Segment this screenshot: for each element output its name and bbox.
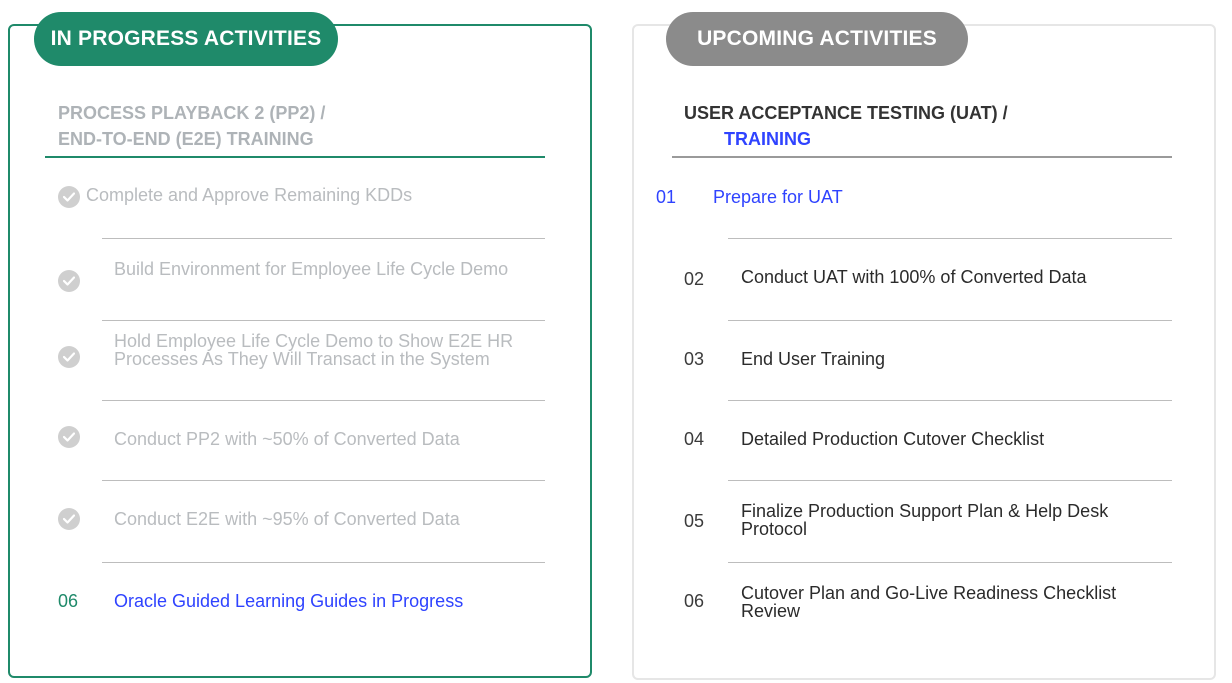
check-icon [58, 426, 80, 448]
divider [728, 400, 1172, 401]
upcoming-header: UPCOMING ACTIVITIES [666, 12, 968, 66]
upcoming-item-5-number: 05 [684, 511, 705, 531]
upcoming-title: USER ACCEPTANCE TESTING (UAT) / TRAINING [684, 100, 1164, 152]
upcoming-item-6-number: 06 [684, 591, 705, 611]
upcoming-item-4: Detailed Production Cutover Checklist [741, 429, 1045, 449]
check-icon [58, 508, 80, 530]
divider [102, 400, 545, 401]
upcoming-item-4-number: 04 [684, 429, 705, 449]
divider [102, 320, 545, 321]
upcoming-item-5: Finalize Production Support Plan & Help … [741, 501, 1109, 539]
in-progress-item-3: Hold Employee Life Cycle Demo to Show E2… [114, 331, 514, 369]
in-progress-item-1: Complete and Approve Remaining KDDs [86, 185, 413, 205]
divider [728, 480, 1172, 481]
upcoming-title-line1: USER ACCEPTANCE TESTING (UAT) / [684, 103, 1008, 123]
divider [728, 562, 1172, 563]
in-progress-title: PROCESS PLAYBACK 2 (PP2) / END-TO-END (E… [58, 100, 548, 152]
check-icon [58, 186, 80, 208]
check-icon [58, 346, 80, 368]
divider [728, 320, 1172, 321]
in-progress-title-line2: END-TO-END (E2E) TRAINING [58, 129, 314, 149]
in-progress-header: IN PROGRESS ACTIVITIES [34, 12, 338, 66]
in-progress-item-4: Conduct PP2 with ~50% of Converted Data [114, 429, 460, 449]
upcoming-item-3: End User Training [741, 349, 886, 369]
in-progress-title-rule [45, 156, 545, 158]
upcoming-item-1: Prepare for UAT [713, 187, 843, 207]
divider [102, 238, 545, 239]
upcoming-item-6: Cutover Plan and Go-Live Readiness Check… [741, 583, 1117, 621]
upcoming-title-line2: TRAINING [724, 129, 811, 149]
in-progress-item-6: Oracle Guided Learning Guides in Progres… [114, 591, 464, 611]
upcoming-title-rule [672, 156, 1172, 158]
divider [102, 480, 545, 481]
check-icon [58, 270, 80, 292]
upcoming-item-3-number: 03 [684, 349, 705, 369]
in-progress-item-2: Build Environment for Employee Life Cycl… [114, 259, 509, 279]
upcoming-item-1-number: 01 [656, 187, 677, 207]
divider [728, 238, 1172, 239]
in-progress-item-5: Conduct E2E with ~95% of Converted Data [114, 509, 460, 529]
upcoming-item-2: Conduct UAT with 100% of Converted Data [741, 267, 1087, 287]
in-progress-item-6-number: 06 [58, 591, 79, 611]
divider [102, 562, 545, 563]
upcoming-item-2-number: 02 [684, 269, 705, 289]
in-progress-title-line1: PROCESS PLAYBACK 2 (PP2) / [58, 103, 326, 123]
